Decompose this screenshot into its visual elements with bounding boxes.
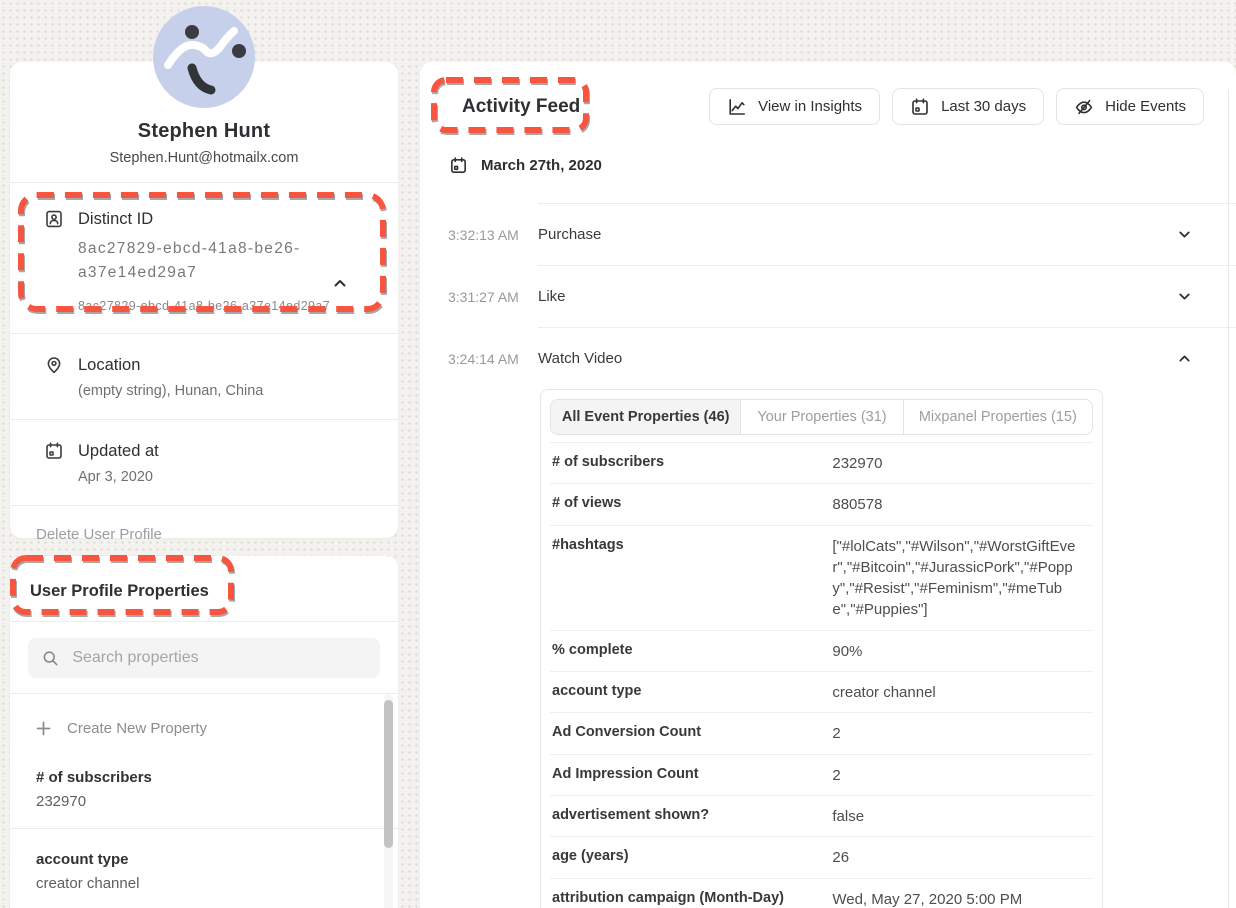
calendar-icon [449, 156, 468, 175]
property-key: # of subscribers [550, 443, 832, 483]
line-chart-icon [727, 97, 747, 117]
user-name: Stephen Hunt [30, 120, 378, 143]
table-row: % complete 90% [550, 630, 1093, 671]
create-new-property-label: Create New Property [67, 720, 207, 737]
property-key: attribution campaign (Month-Day) [550, 879, 832, 908]
property-value: 880578 [832, 484, 1093, 524]
property-key: account type [550, 672, 832, 712]
property-name: account type [36, 851, 372, 868]
location-label: Location [78, 356, 140, 375]
activity-feed-card: Activity Feed View in Insights [420, 62, 1236, 908]
updated-at-value: Apr 3, 2020 [78, 469, 374, 485]
property-key: age (years) [550, 837, 832, 877]
property-key: Ad Conversion Count [550, 713, 832, 753]
eye-off-icon [1074, 97, 1094, 117]
event-row-watch-video[interactable]: 3:24:14 AM Watch Video [420, 328, 1236, 389]
date-header: March 27th, 2020 [481, 157, 602, 174]
tab-all-event-properties[interactable]: All Event Properties (46) [551, 400, 740, 434]
user-email: Stephen.Hunt@hotmailx.com [30, 150, 378, 166]
view-in-insights-label: View in Insights [758, 98, 862, 115]
tab-your-properties[interactable]: Your Properties (31) [740, 400, 902, 434]
activity-feed-title: Activity Feed [448, 96, 580, 118]
list-item[interactable]: # of subscribers 232970 [10, 747, 398, 828]
property-key: #hashtags [550, 526, 832, 630]
date-range-button[interactable]: Last 30 days [892, 88, 1044, 125]
property-value: 2 [832, 755, 1093, 795]
table-row: # of views 880578 [550, 483, 1093, 524]
distinct-id-section: Distinct ID 8ac27829-ebcd-41a8-be26-a37e… [10, 183, 398, 333]
date-range-label: Last 30 days [941, 98, 1026, 115]
table-row: #hashtags ["#lolCats","#Wilson","#WorstG… [550, 525, 1093, 630]
chevron-up-icon[interactable] [332, 275, 348, 291]
event-row-purchase[interactable]: 3:32:13 AM Purchase [420, 204, 1236, 265]
location-value: (empty string), Hunan, China [78, 383, 374, 399]
updated-at-label: Updated at [78, 442, 159, 461]
page: Stephen Hunt Stephen.Hunt@hotmailx.com D… [0, 0, 1236, 908]
list-item[interactable]: account type creator channel [10, 828, 398, 908]
property-value: Wed, May 27, 2020 5:00 PM [832, 879, 1093, 908]
event-properties-tabbar: All Event Properties (46) Your Propertie… [550, 399, 1093, 435]
event-time: 3:24:14 AM [448, 351, 538, 367]
location-section: Location (empty string), Hunan, China [10, 334, 398, 419]
table-row: # of subscribers 232970 [550, 442, 1093, 483]
hide-events-button[interactable]: Hide Events [1056, 88, 1204, 125]
distinct-id-label: Distinct ID [78, 210, 153, 229]
search-properties-box[interactable] [28, 638, 380, 678]
table-row: account type creator channel [550, 671, 1093, 712]
event-time: 3:31:27 AM [448, 289, 538, 305]
table-row: attribution campaign (Month-Day) Wed, Ma… [550, 878, 1093, 908]
property-key: # of views [550, 484, 832, 524]
table-row: Ad Impression Count 2 [550, 754, 1093, 795]
chevron-up-icon[interactable] [1177, 351, 1192, 366]
property-key: Ad Impression Count [550, 755, 832, 795]
calendar-icon [910, 97, 930, 117]
tab-mixpanel-properties[interactable]: Mixpanel Properties (15) [903, 400, 1092, 434]
scrollbar-thumb[interactable] [384, 700, 393, 848]
property-value: 232970 [832, 443, 1093, 483]
event-name: Watch Video [538, 350, 622, 367]
event-name: Like [538, 288, 566, 305]
property-value: 2 [832, 713, 1093, 753]
calendar-icon [44, 441, 64, 461]
search-icon [42, 649, 58, 667]
scrollbar-track[interactable] [384, 694, 393, 908]
event-time: 3:32:13 AM [448, 227, 538, 243]
property-value: creator channel [832, 672, 1093, 712]
property-key: advertisement shown? [550, 796, 832, 836]
property-value: 232970 [36, 793, 372, 810]
event-properties-panel: All Event Properties (46) Your Propertie… [540, 389, 1103, 908]
distinct-id-value: 8ac27829-ebcd-41a8-be26-a37e14ed29a7 [78, 237, 368, 285]
property-value: 26 [832, 837, 1093, 877]
scrollbar-track[interactable] [1228, 90, 1229, 908]
search-properties-input[interactable] [72, 649, 366, 667]
property-value: ["#lolCats","#Wilson","#WorstGiftEver","… [832, 526, 1093, 630]
property-value: false [832, 796, 1093, 836]
event-row-like[interactable]: 3:31:27 AM Like [420, 266, 1236, 327]
user-profile-card: Stephen Hunt Stephen.Hunt@hotmailx.com D… [10, 62, 398, 538]
properties-card-title: User Profile Properties [30, 582, 209, 600]
property-value: creator channel [36, 875, 372, 892]
id-badge-icon [44, 209, 64, 229]
table-row: Ad Conversion Count 2 [550, 712, 1093, 753]
event-properties-table: # of subscribers 232970 # of views 88057… [550, 442, 1093, 908]
table-row: age (years) 26 [550, 836, 1093, 877]
property-value: 90% [832, 631, 1093, 671]
updated-at-section: Updated at Apr 3, 2020 [10, 420, 398, 505]
chevron-down-icon[interactable] [1177, 227, 1192, 242]
create-new-property-button[interactable]: Create New Property [10, 694, 398, 747]
user-profile-properties-card: User Profile Properties [10, 556, 398, 908]
avatar [152, 5, 256, 109]
chevron-down-icon[interactable] [1177, 289, 1192, 304]
distinct-id-expanded-value: 8ac27829-ebcd-41a8-be26-a37e14ed29a7 [78, 299, 374, 313]
hide-events-label: Hide Events [1105, 98, 1186, 115]
location-pin-icon [44, 355, 64, 375]
view-in-insights-button[interactable]: View in Insights [709, 88, 880, 125]
table-row: advertisement shown? false [550, 795, 1093, 836]
event-name: Purchase [538, 226, 601, 243]
property-key: % complete [550, 631, 832, 671]
property-name: # of subscribers [36, 769, 372, 786]
plus-icon [36, 721, 51, 736]
